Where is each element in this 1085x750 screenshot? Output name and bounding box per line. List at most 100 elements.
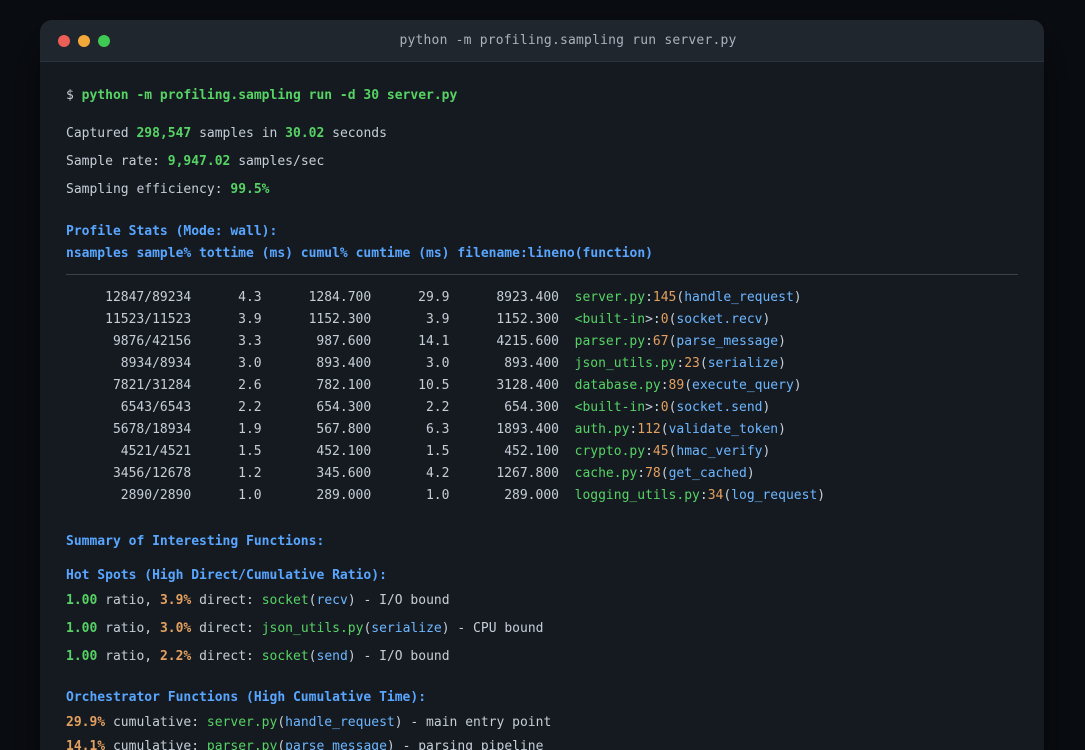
cumul-pct-cell: 29.9 [418,290,450,305]
target-text: socket [261,649,309,664]
role-note: - main entry point [402,715,552,730]
nsamples-cell: 4521/4521 [120,444,192,459]
close-paren: ) [746,466,755,481]
open-paren: ( [699,356,708,371]
hot-spots-list: 1.00 ratio, 3.9% direct: socket(recv) - … [66,591,1018,667]
hot-spot-line: 1.00 ratio, 3.0% direct: json_utils.py(s… [66,619,1018,639]
sampling-efficiency-line: Sampling efficiency: 99.5% [66,180,1018,200]
cumtime-cell: 1267.800 [496,466,559,481]
open-paren: ( [308,593,317,608]
function-name-text: handle_request [285,715,395,730]
close-paren: ) [778,334,786,349]
cumul-pct-cell: 3.0 [425,356,450,371]
orchestrator-list: 29.9% cumulative: server.py(handle_reque… [66,713,1018,750]
open-paren: ( [660,422,669,437]
cumulative-pct-value: 14.1% [66,739,106,750]
cumul-pct-cell: 1.0 [425,488,450,503]
table-row: 9876/42156 3.3 987.600 14.1 4215.600 parser.p… [66,331,1018,353]
close-paren: ) [386,739,395,750]
close-paren: ) [394,715,403,730]
sample-pct-cell: 3.0 [238,356,262,371]
close-button[interactable] [58,34,70,47]
table-row: 2890/2890 1.0 289.000 1.0 289.000 logging_uti… [66,485,1018,507]
tottime-cell: 567.800 [316,422,372,437]
cumtime-cell: 1152.300 [496,312,559,327]
function-name-text: log_request [731,488,818,503]
tottime-cell: 452.100 [316,444,372,459]
close-paren: ) [441,621,450,636]
function-cell: database.py:89(execute_query) [575,378,802,393]
direct-pct-value: 3.0% [159,621,192,636]
close-paren: ) [778,422,786,437]
function-cell: crypto.py:45(hmac_verify) [575,444,771,459]
table-row: 3456/12678 1.2 345.600 4.2 1267.800 cache.py:… [66,463,1018,485]
cumul-pct-cell: 2.2 [425,400,450,415]
sample-rate-label: Sample rate: [66,154,168,169]
command-text: python -m profiling.sampling run -d 30 s… [81,88,458,103]
function-cell: server.py:145(handle_request) [575,290,802,305]
summary-heading: Summary of Interesting Functions: [66,534,325,549]
sample-pct-cell: 1.2 [238,466,262,481]
table-row: 7821/31284 2.6 782.100 10.5 3128.400 database… [66,375,1018,397]
orchestrator-heading: Orchestrator Functions (High Cumulative … [66,690,427,705]
lineno-text: 112 [637,422,661,437]
cumul-pct-cell: 3.9 [425,312,450,327]
filename-text: <built-in [574,312,646,327]
cumul-pct-cell: 4.2 [425,466,450,481]
profile-table: 12847/89234 4.3 1284.700 29.9 8923.400 server… [66,287,1018,507]
sample-pct-cell: 1.5 [238,444,262,459]
ratio-value: 1.00 [66,649,98,664]
cumtime-cell: 893.400 [504,356,559,371]
function-cell: auth.py:112(validate_token) [575,422,786,437]
cumul-pct-cell: 1.5 [425,444,450,459]
tottime-cell: 345.600 [316,466,372,481]
lineno-text: 145 [652,290,677,305]
sample-rate-value: 9,947.02 [167,154,231,169]
table-row: 4521/4521 1.5 452.100 1.5 452.100 crypto.py:4… [66,441,1018,463]
target-text: socket [261,593,309,608]
cumul-pct-cell: 10.5 [418,378,450,393]
function-cell: <built-in>:0(socket.send) [575,400,771,415]
sample-pct-cell: 3.3 [238,334,262,349]
table-row: 5678/18934 1.9 567.800 6.3 1893.400 auth.py:1… [66,419,1018,441]
nsamples-cell: 5678/18934 [112,422,192,437]
filename-text: parser.py [206,739,278,750]
filename-separator: : [660,378,669,393]
hot-spot-line: 1.00 ratio, 2.2% direct: socket(send) - … [66,647,1018,667]
traffic-lights [58,34,110,47]
close-paren: ) [778,356,786,371]
filename-separator: >: [645,312,661,327]
orchestrator-line: 14.1% cumulative: parser.py(parse_messag… [66,737,1018,750]
function-name-text: socket.recv [676,312,763,327]
filename-separator: : [645,334,653,349]
terminal-output: $ python -m profiling.sampling run -d 30… [40,62,1044,750]
captured-samples-line: Captured 298,547 samples in 30.02 second… [66,124,1018,144]
table-row: 6543/6543 2.2 654.300 2.2 654.300 <built-in>:… [66,397,1018,419]
function-name-text: socket.send [676,400,763,415]
tottime-cell: 782.100 [316,378,372,393]
function-name-text: serialize [707,356,779,371]
sample-pct-cell: 1.9 [238,422,262,437]
function-name-text: handle_request [684,290,794,305]
table-header: nsamples sample% tottime (ms) cumul% cum… [66,246,653,261]
cumulative-label: cumulative: [105,715,207,730]
nsamples-cell: 11523/11523 [105,312,192,327]
filename-separator: : [637,466,646,481]
captured-duration-value: 30.02 [285,126,325,141]
open-paren: ( [723,488,732,503]
tottime-cell: 1152.300 [308,312,372,327]
function-name-text: get_cached [668,466,747,481]
filename-text: logging_utils.py [574,488,700,503]
open-paren: ( [308,649,317,664]
function-cell: <built-in>:0(socket.recv) [575,312,771,327]
open-paren: ( [660,466,669,481]
close-paren: ) [762,444,771,459]
filename-text: json_utils.py [574,356,677,371]
target-text: json_utils.py [261,621,364,636]
maximize-button[interactable] [98,34,110,47]
cumul-pct-cell: 6.3 [425,422,450,437]
bound-note: - CPU bound [449,621,544,636]
minimize-button[interactable] [78,34,90,47]
filename-text: crypto.py [574,444,646,459]
bound-note: - I/O bound [355,649,450,664]
